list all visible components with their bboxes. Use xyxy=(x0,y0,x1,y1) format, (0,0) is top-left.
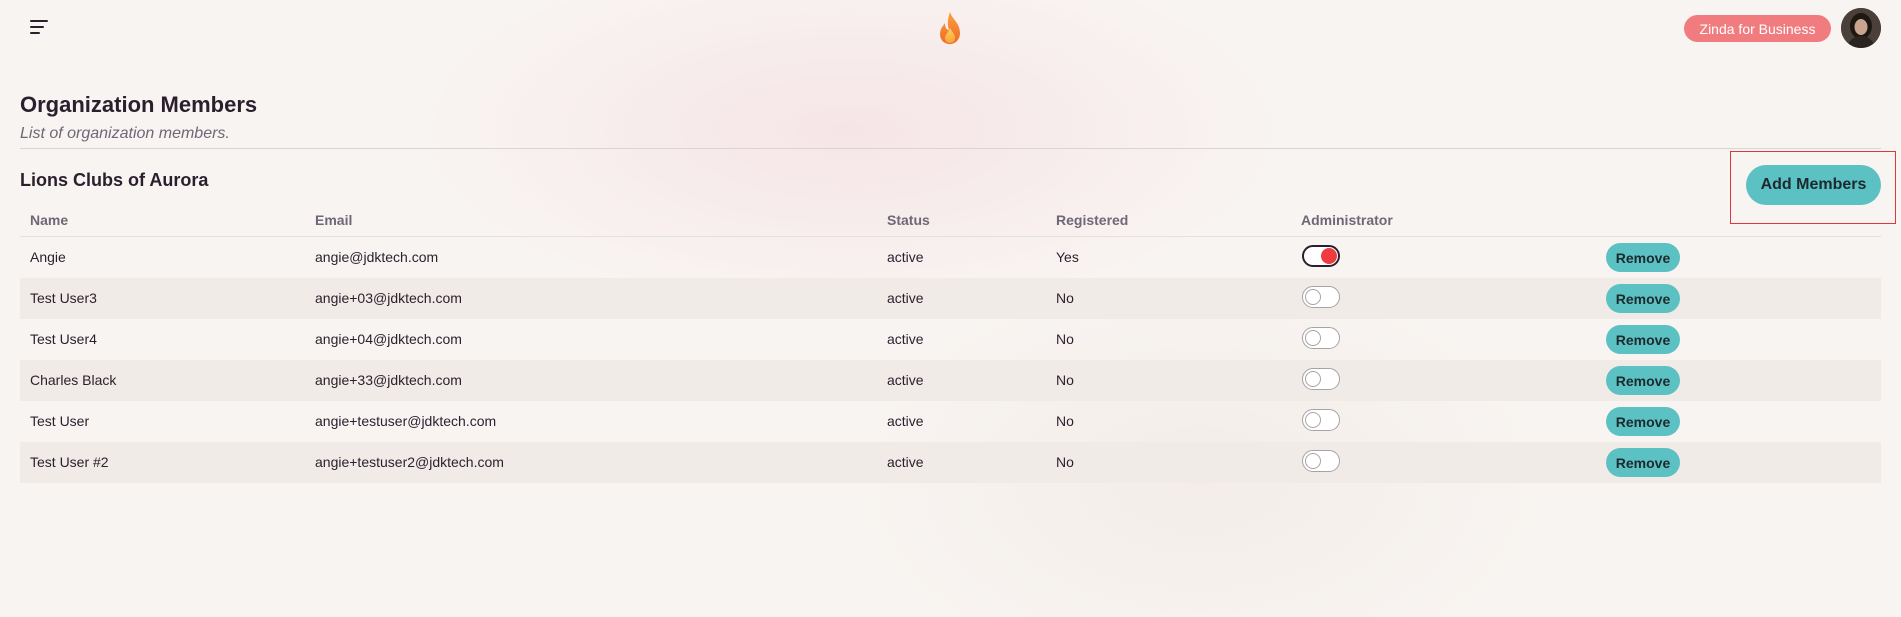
table-body: Angie angie@jdktech.com active Yes Remove Tes… xyxy=(20,237,1881,483)
member-email: angie@jdktech.com xyxy=(315,249,439,265)
toggle-knob xyxy=(1305,412,1321,428)
member-registered: Yes xyxy=(1056,249,1079,265)
member-email: angie+testuser@jdktech.com xyxy=(315,413,497,429)
member-name: Charles Black xyxy=(30,372,117,388)
administrator-toggle[interactable] xyxy=(1302,409,1340,431)
member-name: Test User #2 xyxy=(30,454,109,470)
column-header-registered: Registered xyxy=(1056,212,1129,228)
column-header-name: Name xyxy=(30,212,69,228)
column-header-administrator: Administrator xyxy=(1301,212,1393,228)
toggle-knob xyxy=(1305,453,1321,469)
menu-line xyxy=(30,26,44,28)
remove-member-button[interactable]: Remove xyxy=(1606,366,1680,395)
member-name: Angie xyxy=(30,249,66,265)
member-name: Test User3 xyxy=(30,290,97,306)
administrator-toggle[interactable] xyxy=(1302,245,1340,267)
menu-line xyxy=(30,20,48,22)
table-row: Test User4 angie+04@jdktech.com active No Re… xyxy=(20,319,1881,360)
toggle-knob xyxy=(1321,248,1337,264)
member-registered: No xyxy=(1056,372,1074,388)
administrator-toggle[interactable] xyxy=(1302,450,1340,472)
member-email: angie+04@jdktech.com xyxy=(315,331,462,347)
header-divider xyxy=(20,148,1881,149)
user-avatar-icon xyxy=(1841,8,1881,48)
hamburger-menu-icon[interactable] xyxy=(28,18,52,38)
table-row: Test User angie+testuser@jdktech.com activ… xyxy=(20,401,1881,442)
remove-member-button[interactable]: Remove xyxy=(1606,407,1680,436)
member-status: active xyxy=(887,372,924,388)
page-subtitle: List of organization members. xyxy=(20,125,230,142)
table-row: Test User3 angie+03@jdktech.com active No Re… xyxy=(20,278,1881,319)
members-table: Name Email Status Registered Administrat… xyxy=(20,206,1881,483)
member-email: angie+33@jdktech.com xyxy=(315,372,462,388)
member-status: active xyxy=(887,454,924,470)
zinda-for-business-button[interactable]: Zinda for Business xyxy=(1684,15,1831,42)
menu-line xyxy=(30,32,40,34)
member-status: active xyxy=(887,290,924,306)
member-registered: No xyxy=(1056,290,1074,306)
member-name: Test User4 xyxy=(30,331,97,347)
toggle-knob xyxy=(1305,330,1321,346)
organization-name: Lions Clubs of Aurora xyxy=(20,170,209,190)
page-title: Organization Members xyxy=(20,92,258,117)
toggle-knob xyxy=(1305,289,1321,305)
remove-member-button[interactable]: Remove xyxy=(1606,243,1680,272)
flame-logo-icon[interactable] xyxy=(935,10,965,46)
member-status: active xyxy=(887,249,924,265)
member-registered: No xyxy=(1056,413,1074,429)
member-email: angie+testuser2@jdktech.com xyxy=(315,454,504,470)
add-members-button[interactable]: Add Members xyxy=(1746,165,1881,205)
remove-member-button[interactable]: Remove xyxy=(1606,325,1680,354)
administrator-toggle[interactable] xyxy=(1302,368,1340,390)
remove-member-button[interactable]: Remove xyxy=(1606,448,1680,477)
table-row: Angie angie@jdktech.com active Yes Remove xyxy=(20,237,1881,278)
table-row: Test User #2 angie+testuser2@jdktech.com a… xyxy=(20,442,1881,483)
table-header: Name Email Status Registered Administrat… xyxy=(20,206,1881,237)
member-status: active xyxy=(887,331,924,347)
table-row: Charles Black angie+33@jdktech.com active N… xyxy=(20,360,1881,401)
remove-member-button[interactable]: Remove xyxy=(1606,284,1680,313)
administrator-toggle[interactable] xyxy=(1302,327,1340,349)
column-header-email: Email xyxy=(315,212,353,228)
administrator-toggle[interactable] xyxy=(1302,286,1340,308)
member-name: Test User xyxy=(30,413,90,429)
avatar[interactable] xyxy=(1841,8,1881,48)
column-header-status: Status xyxy=(887,212,930,228)
toggle-knob xyxy=(1305,371,1321,387)
member-registered: No xyxy=(1056,331,1074,347)
member-email: angie+03@jdktech.com xyxy=(315,290,462,306)
member-status: active xyxy=(887,413,924,429)
member-registered: No xyxy=(1056,454,1074,470)
